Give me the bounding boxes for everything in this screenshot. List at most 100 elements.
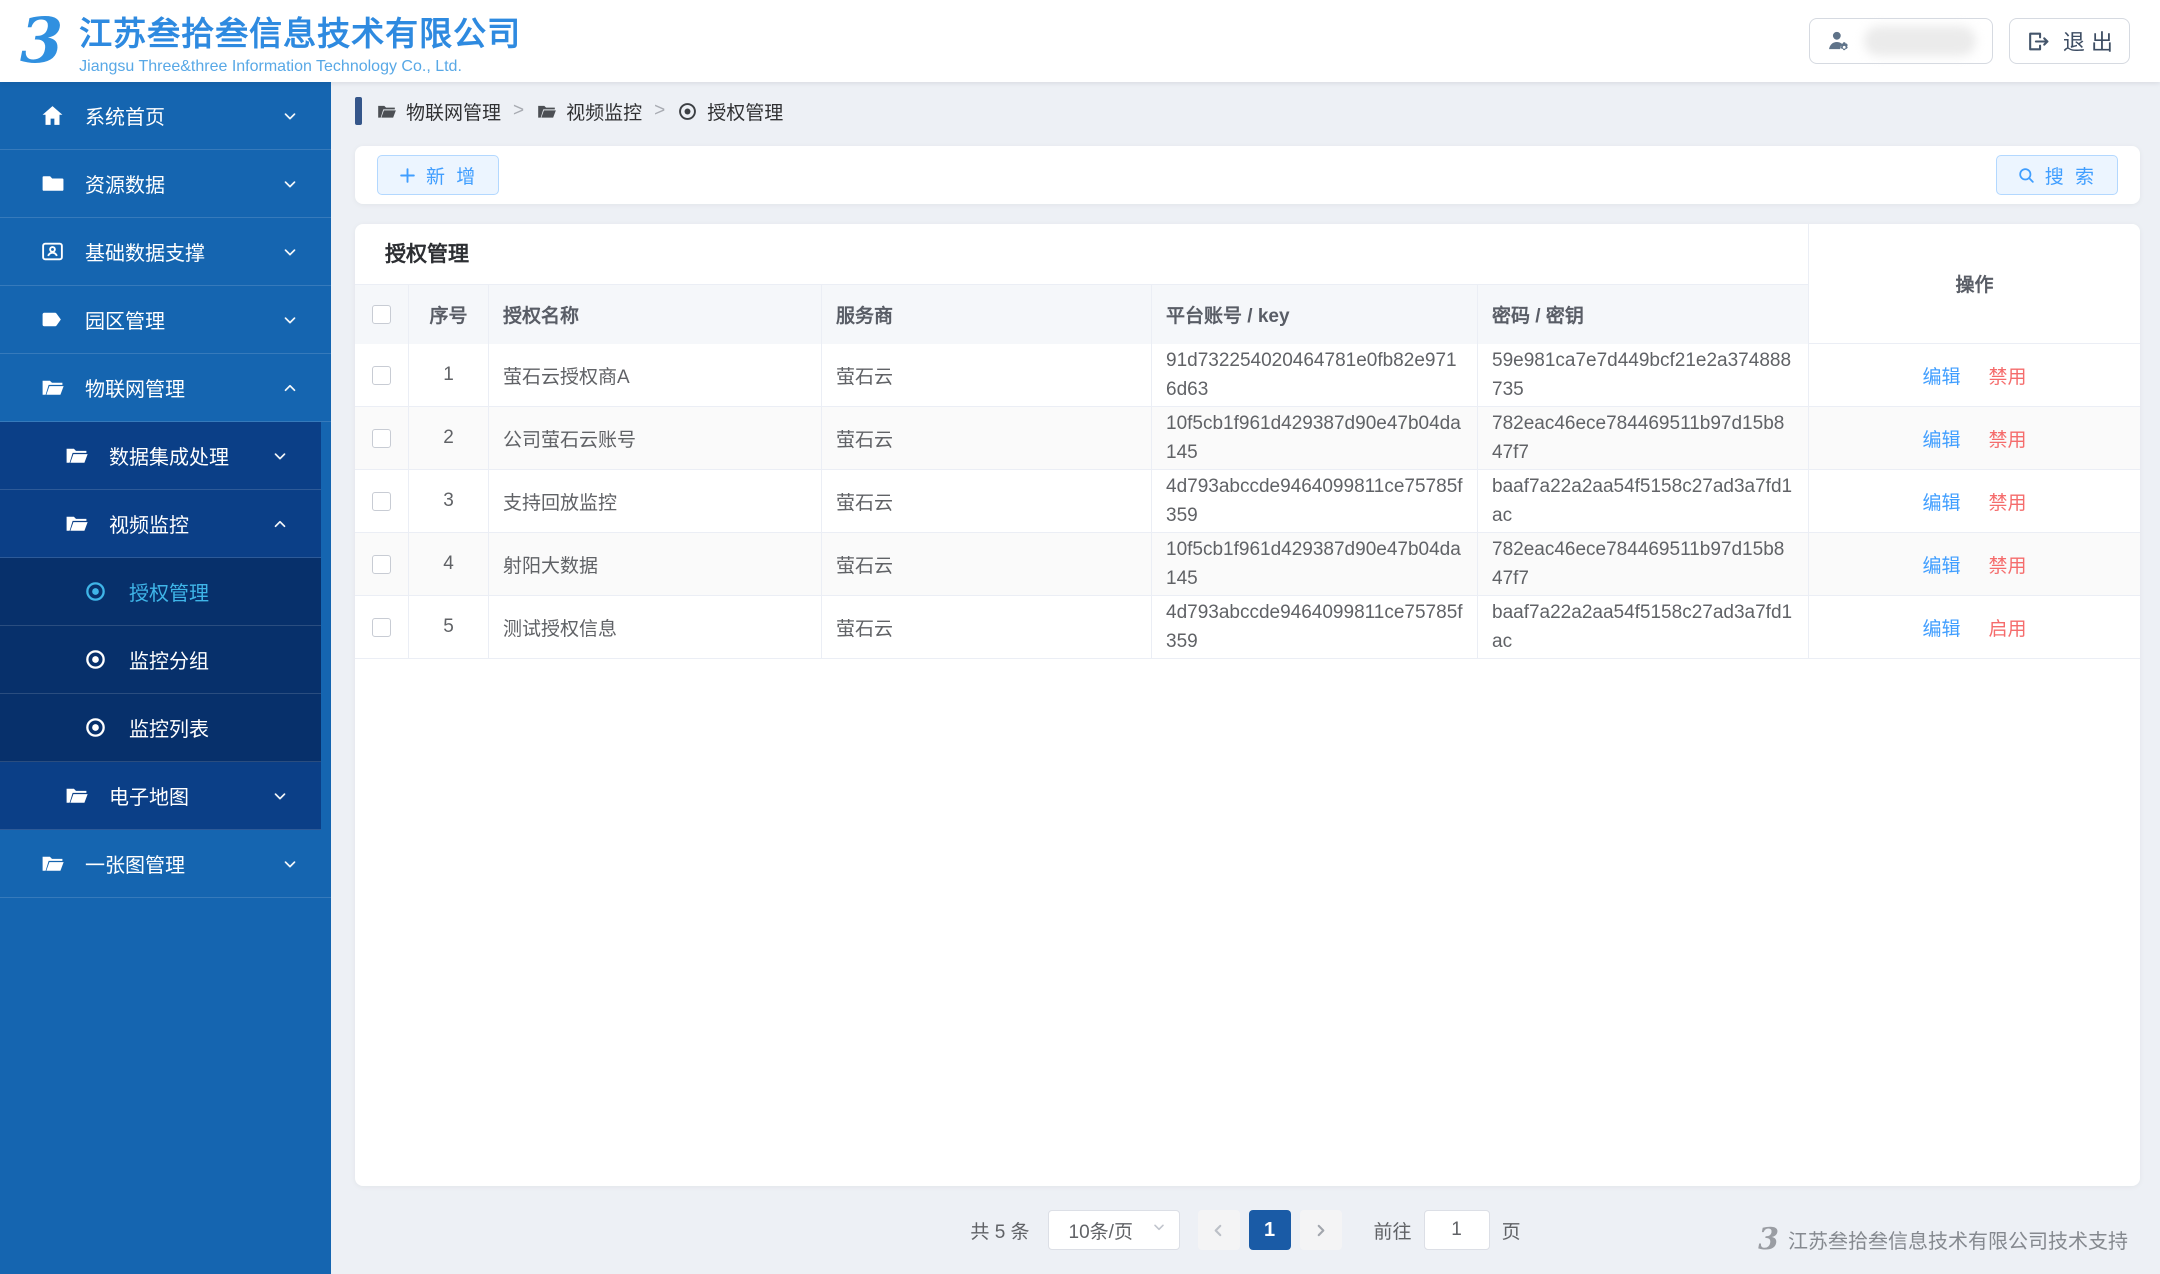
user-account-button[interactable] (1808, 18, 1993, 64)
current-page-button[interactable]: 1 (1248, 1210, 1291, 1250)
cell-key: 91d732254020464781e0fb82e9716d63 (1152, 344, 1478, 406)
table-row: 4 射阳大数据 萤石云 10f5cb1f961d429387d90e47b04da14… (355, 533, 1808, 596)
row-checkbox[interactable] (372, 365, 391, 385)
sidebar-item-5[interactable]: 数据集成处理 (0, 422, 321, 490)
search-button-label: 搜 索 (2044, 166, 2097, 188)
sidebar-item-9[interactable]: 监控列表 (0, 694, 321, 762)
target-icon (84, 578, 111, 605)
actions-body: 编辑 禁用 编辑 禁用 编辑 禁用 编辑 禁用 编辑 启用 (1809, 344, 2140, 659)
chevron-down-icon (281, 243, 299, 261)
sidebar-item-4[interactable]: 物联网管理 (0, 354, 331, 422)
next-page-button[interactable] (1299, 1210, 1342, 1250)
column-header-actions: 操作 (1809, 224, 2140, 344)
sidebar-item-11[interactable]: 一张图管理 (0, 830, 331, 898)
sidebar-item-1[interactable]: 资源数据 (0, 150, 331, 218)
logo: 3 江苏叁拾叁信息技术有限公司 Jiangsu Three&three Info… (20, 7, 521, 76)
folder-open-icon (64, 510, 91, 537)
action-edit-link[interactable]: 编辑 (1922, 425, 1960, 452)
sidebar-item-0[interactable]: 系统首页 (0, 82, 331, 150)
card-title: 授权管理 (385, 243, 469, 266)
support-footer: 3 江苏叁拾叁信息技术有限公司技术支持 (1758, 1225, 2128, 1255)
goto-page-input[interactable] (1423, 1210, 1490, 1250)
sidebar-item-label: 物联网管理 (85, 379, 185, 401)
row-checkbox-cell (355, 344, 409, 406)
sidebar-item-label: 一张图管理 (85, 855, 185, 877)
column-header-key: 平台账号 / key (1152, 285, 1478, 344)
sidebar-item-7[interactable]: 授权管理 (0, 558, 321, 626)
toolbar: 新 增 搜 索 (355, 146, 2140, 204)
action-toggle-link[interactable]: 禁用 (1989, 488, 2027, 515)
support-text: 江苏叁拾叁信息技术有限公司技术支持 (1788, 1231, 2128, 1253)
row-checkbox[interactable] (372, 491, 391, 511)
action-toggle-link[interactable]: 启用 (1989, 614, 2027, 641)
action-toggle-link[interactable]: 禁用 (1989, 425, 2027, 452)
select-all-cell (355, 285, 409, 344)
folder-open-icon (64, 442, 91, 469)
column-header-index: 序号 (409, 285, 489, 344)
breadcrumb-label: 物联网管理 (406, 102, 502, 124)
action-edit-link[interactable]: 编辑 (1922, 551, 1960, 578)
row-checkbox-cell (355, 407, 409, 469)
row-checkbox-cell (355, 596, 409, 658)
cell-key: 4d793abccde9464099811ce75785f359 (1152, 596, 1478, 658)
folder-open-icon (40, 374, 67, 401)
actions-row: 编辑 禁用 (1809, 470, 2140, 533)
actions-row: 编辑 禁用 (1809, 407, 2140, 470)
breadcrumb-item-iot[interactable]: 物联网管理 (376, 98, 501, 125)
action-toggle-link[interactable]: 禁用 (1989, 551, 2027, 578)
plus-icon (398, 166, 417, 185)
actions-row: 编辑 禁用 (1809, 533, 2140, 596)
cell-name: 测试授权信息 (489, 596, 822, 658)
column-header-provider: 服务商 (822, 285, 1152, 344)
action-edit-link[interactable]: 编辑 (1922, 488, 1960, 515)
home-icon (40, 102, 67, 129)
breadcrumb-item-auth[interactable]: 授权管理 (677, 98, 783, 125)
breadcrumb-label: 视频监控 (566, 102, 643, 124)
sidebar-item-2[interactable]: 基础数据支撑 (0, 218, 331, 286)
row-checkbox[interactable] (372, 554, 391, 574)
action-edit-link[interactable]: 编辑 (1922, 362, 1960, 389)
sidebar-item-label: 监控列表 (129, 719, 209, 741)
sidebar-item-10[interactable]: 电子地图 (0, 762, 321, 830)
breadcrumb-accent-bar (355, 97, 362, 125)
page-size-select[interactable]: 10条/页 (1047, 1210, 1180, 1250)
breadcrumb-item-video[interactable]: 视频监控 (536, 98, 642, 125)
chevron-down-icon (281, 855, 299, 873)
folder-open-icon (40, 850, 67, 877)
cell-index: 4 (409, 533, 489, 595)
cell-secret: baaf7a22a2aa54f5158c27ad3a7fd1ac (1492, 475, 1793, 526)
action-edit-link[interactable]: 编辑 (1922, 614, 1960, 641)
logout-button[interactable]: 退 出 (2008, 18, 2130, 64)
prev-page-button[interactable] (1197, 1210, 1240, 1250)
row-checkbox[interactable] (372, 617, 391, 637)
actions-row: 编辑 启用 (1809, 596, 2140, 659)
table-body: 1 萤石云授权商A 萤石云 91d732254020464781e0fb82e9716… (355, 344, 1808, 659)
auth-table-card: 授权管理 序号 授权名称 服务商 平台账号 / key 密码 / 密钥 1 萤石云… (355, 224, 2140, 1186)
actions-row: 编辑 禁用 (1809, 344, 2140, 407)
chevron-up-icon (271, 515, 289, 533)
row-checkbox[interactable] (372, 428, 391, 448)
cell-provider: 萤石云 (822, 407, 1152, 469)
folder-icon (376, 101, 397, 122)
actions-column: 操作 编辑 禁用 编辑 禁用 编辑 禁用 编辑 禁用 编辑 启用 (1808, 224, 2140, 659)
cell-secret: baaf7a22a2aa54f5158c27ad3a7fd1ac (1492, 601, 1793, 652)
action-toggle-link[interactable]: 禁用 (1989, 362, 2027, 389)
row-checkbox-cell (355, 470, 409, 532)
search-button[interactable]: 搜 索 (1995, 155, 2118, 195)
topbar-actions: 退 出 (1808, 18, 2130, 64)
logout-label: 退 出 (2062, 30, 2113, 55)
screen: 3 江苏叁拾叁信息技术有限公司 Jiangsu Three&three Info… (0, 0, 2160, 1274)
sidebar-item-8[interactable]: 监控分组 (0, 626, 321, 694)
sidebar-item-6[interactable]: 视频监控 (0, 490, 321, 558)
breadcrumb-separator: > (654, 100, 666, 121)
table-header-row: 序号 授权名称 服务商 平台账号 / key 密码 / 密钥 (355, 284, 1808, 344)
cell-name: 萤石云授权商A (489, 344, 822, 406)
page-size-value: 10条/页 (1068, 1221, 1133, 1243)
sidebar-item-3[interactable]: 园区管理 (0, 286, 331, 354)
cell-provider: 萤石云 (822, 470, 1152, 532)
target-icon (677, 101, 698, 122)
target-icon (84, 714, 111, 741)
folder-icon (40, 170, 67, 197)
select-all-checkbox[interactable] (372, 305, 391, 324)
add-button[interactable]: 新 增 (377, 155, 500, 195)
